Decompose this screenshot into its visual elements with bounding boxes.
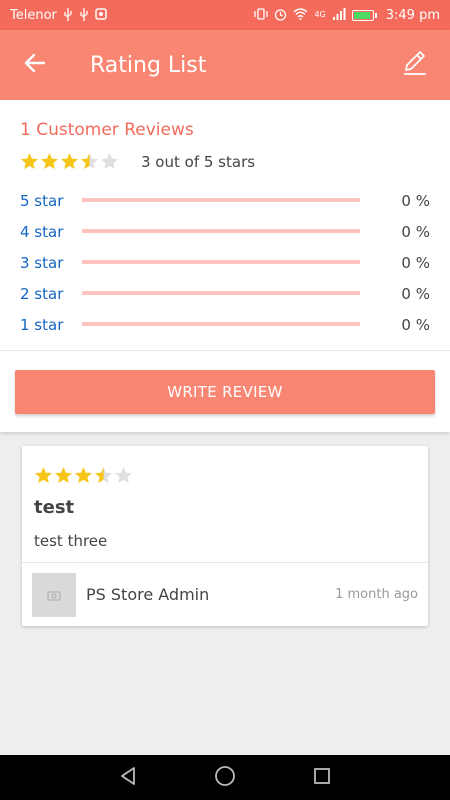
review-stars xyxy=(34,466,133,485)
signal-icon xyxy=(332,8,346,22)
back-button[interactable] xyxy=(0,30,70,100)
star-icon xyxy=(74,466,93,485)
circle-home-icon xyxy=(214,765,236,791)
star-icon xyxy=(34,466,53,485)
wifi-icon xyxy=(293,8,308,22)
average-rating-text: 3 out of 5 stars xyxy=(141,152,256,171)
breakdown-percent: 0 % xyxy=(401,315,430,334)
breakdown-label[interactable]: 1 star xyxy=(20,316,80,334)
breakdown-row-1[interactable]: 1 star 0 % xyxy=(20,309,430,340)
breakdown-percent: 0 % xyxy=(401,284,430,303)
battery-icon xyxy=(351,9,377,21)
breakdown-percent: 0 % xyxy=(401,191,430,210)
review-time: 1 month ago xyxy=(335,587,418,602)
breakdown-label[interactable]: 4 star xyxy=(20,223,80,241)
network-type: 4G xyxy=(314,10,326,19)
breakdown-bar xyxy=(82,229,360,233)
star-icon xyxy=(100,152,119,171)
breakdown-bar xyxy=(82,260,360,264)
breakdown-row-5[interactable]: 5 star 0 % xyxy=(20,185,430,216)
breakdown-row-3[interactable]: 3 star 0 % xyxy=(20,247,430,278)
star-icon xyxy=(20,152,39,171)
divider xyxy=(0,350,450,351)
avatar xyxy=(32,573,76,617)
app-bar: Rating List xyxy=(0,30,450,100)
write-review-button[interactable]: WRITE REVIEW xyxy=(15,370,435,414)
star-icon xyxy=(80,152,99,171)
breakdown-bar xyxy=(82,291,360,295)
star-icon xyxy=(54,466,73,485)
review-title: test xyxy=(34,497,75,518)
breakdown-label[interactable]: 5 star xyxy=(20,192,80,210)
breakdown-row-4[interactable]: 4 star 0 % xyxy=(20,216,430,247)
review-card[interactable]: test test three PS Store Admin 1 month a… xyxy=(22,446,428,626)
average-rating-row: 3 out of 5 stars xyxy=(20,152,255,171)
breakdown-row-2[interactable]: 2 star 0 % xyxy=(20,278,430,309)
system-nav-bar xyxy=(0,755,450,800)
review-author: PS Store Admin xyxy=(86,585,210,604)
rating-summary-card: 1 Customer Reviews 3 out of 5 stars 5 st… xyxy=(0,100,450,432)
image-placeholder-icon xyxy=(47,586,61,605)
divider xyxy=(22,562,428,563)
reviews-count-title: 1 Customer Reviews xyxy=(20,120,194,140)
rating-breakdown: 5 star 0 % 4 star 0 % 3 star 0 % 2 star … xyxy=(20,185,430,340)
average-stars xyxy=(20,152,119,171)
breakdown-label[interactable]: 3 star xyxy=(20,254,80,272)
alarm-icon xyxy=(274,8,287,23)
nav-recents-button[interactable] xyxy=(302,758,342,798)
status-bar: Telenor 4G 3:49 pm xyxy=(0,0,450,30)
usb-icon-2 xyxy=(79,7,89,23)
usb-icon xyxy=(63,7,73,23)
screenshot-icon xyxy=(95,8,107,22)
breakdown-percent: 0 % xyxy=(401,222,430,241)
nav-home-button[interactable] xyxy=(205,758,245,798)
carrier-label: Telenor xyxy=(10,7,57,23)
edit-pencil-icon xyxy=(402,50,428,80)
star-icon xyxy=(40,152,59,171)
star-icon xyxy=(94,466,113,485)
page-title: Rating List xyxy=(90,52,207,78)
review-body: test three xyxy=(34,532,108,550)
breakdown-percent: 0 % xyxy=(401,253,430,272)
breakdown-bar xyxy=(82,198,360,202)
star-icon xyxy=(60,152,79,171)
arrow-back-icon xyxy=(24,52,46,78)
triangle-back-icon xyxy=(118,766,138,790)
nav-back-button[interactable] xyxy=(108,758,148,798)
star-icon xyxy=(114,466,133,485)
square-recents-icon xyxy=(313,767,331,789)
clock: 3:49 pm xyxy=(385,7,440,23)
breakdown-label[interactable]: 2 star xyxy=(20,285,80,303)
vibrate-icon xyxy=(254,8,269,22)
edit-button[interactable] xyxy=(380,30,450,100)
breakdown-bar xyxy=(82,322,360,326)
